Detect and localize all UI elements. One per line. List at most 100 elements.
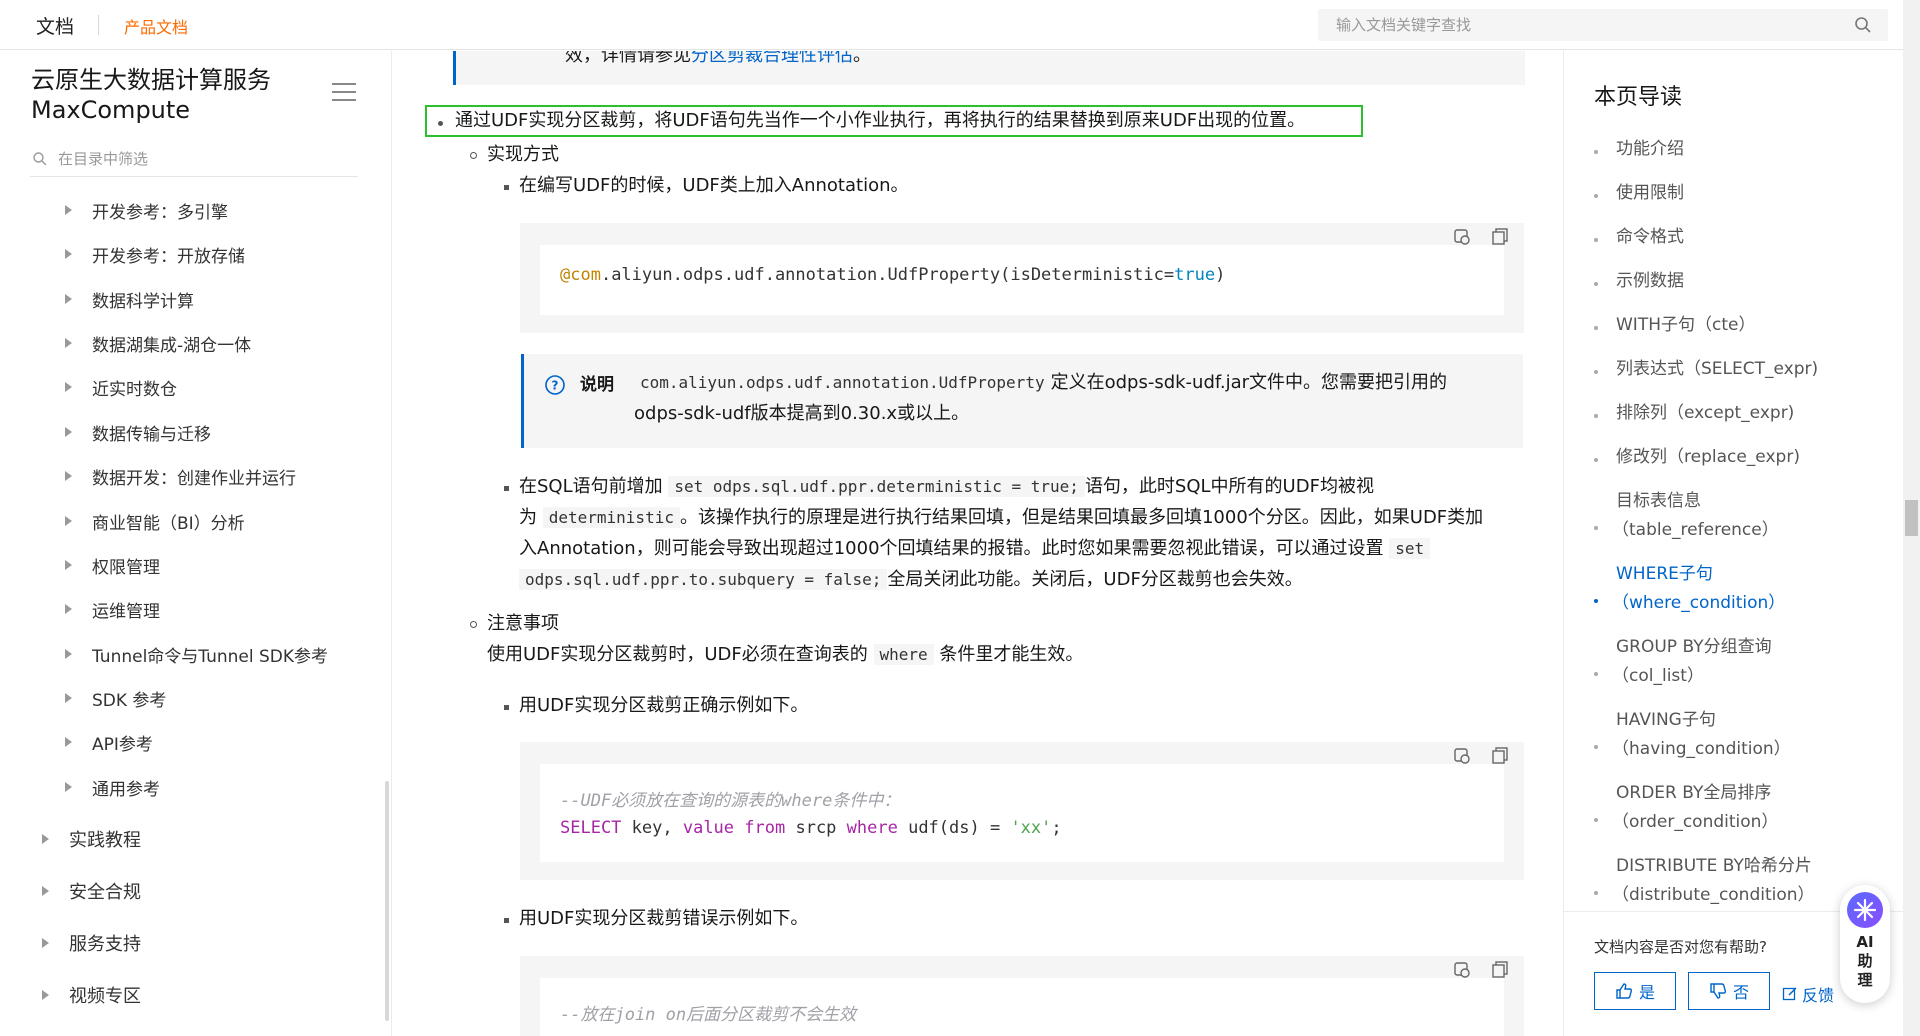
- toc-item-label: 示例数据: [1616, 271, 1684, 291]
- toc-item-label: 修改列（replace_expr): [1616, 447, 1800, 467]
- toc-item[interactable]: GROUP BY分组查询 （col_list）: [1612, 633, 1772, 691]
- product-docs-link[interactable]: 产品文档: [124, 14, 188, 38]
- toc-item[interactable]: 功能介绍: [1616, 135, 1684, 164]
- feedback-link[interactable]: 反馈: [1782, 982, 1834, 1006]
- code-token: key,: [621, 818, 683, 838]
- toc-item[interactable]: 命令格式: [1616, 223, 1684, 252]
- toc-dot: [1594, 326, 1598, 330]
- sidebar-item[interactable]: SDK 参考: [60, 683, 166, 713]
- toc-item[interactable]: 修改列（replace_expr): [1616, 443, 1800, 472]
- toc-item[interactable]: ORDER BY全局排序 （order_condition）: [1612, 779, 1778, 837]
- toc-item-sublabel: （having_condition）: [1612, 739, 1791, 759]
- toc-item[interactable]: WHERE子句 （where_condition）: [1612, 560, 1785, 618]
- sidebar-section[interactable]: 安全合规: [38, 876, 141, 906]
- copy-icon[interactable]: [1490, 227, 1510, 247]
- step2-text: 全局关闭此功能。关闭后，UDF分区裁剪也会失效。: [887, 569, 1303, 590]
- toc-dot: [1594, 150, 1598, 154]
- toc-item[interactable]: DISTRIBUTE BY哈希分片 （distribute_condition）: [1612, 852, 1815, 910]
- page-scrollbar[interactable]: [1903, 0, 1920, 1036]
- code-toolbar: [1452, 746, 1510, 766]
- sidebar-item[interactable]: 数据传输与迁移: [60, 417, 211, 447]
- toc-item[interactable]: 示例数据: [1616, 267, 1684, 296]
- caret-right-icon: [65, 427, 72, 437]
- caret-right-icon: [65, 249, 72, 259]
- step2-text: 在SQL语句前增加: [519, 476, 663, 497]
- sidebar-item[interactable]: 通用参考: [60, 772, 160, 802]
- step2-line2: 为 deterministic 。该操作执行的原理是进行执行结果回填，但是结果回填…: [519, 502, 1483, 533]
- copy-icon[interactable]: [1490, 960, 1510, 980]
- step2-code: odps.sql.udf.ppr.to.subquery = false;: [519, 569, 888, 590]
- search-icon[interactable]: [1854, 16, 1872, 34]
- toc-item[interactable]: WITH子句（cte）: [1616, 311, 1755, 340]
- helpful-no-button[interactable]: 否: [1688, 972, 1770, 1010]
- toc-filter-input[interactable]: [58, 143, 348, 175]
- sidebar-item[interactable]: 商业智能（BI）分析: [60, 506, 245, 536]
- sidebar-section[interactable]: 服务支持: [38, 928, 141, 958]
- toc-item[interactable]: 目标表信息 （table_reference）: [1612, 487, 1779, 545]
- toc-item-label: GROUP BY分组查询: [1616, 637, 1772, 657]
- udf-bullet-text: 通过UDF实现分区裁剪，将UDF语句先当作一个小作业执行，再将执行的结果替换到原…: [455, 110, 1306, 131]
- caret-right-icon: [65, 294, 72, 304]
- sidebar-item[interactable]: 运维管理: [60, 594, 160, 624]
- toc-dot: [1594, 370, 1598, 374]
- step2-code: set: [1389, 538, 1431, 559]
- bullet-square: [504, 918, 509, 923]
- sidebar-item[interactable]: 近实时数仓: [60, 372, 177, 402]
- sidebar-item[interactable]: 开发参考：开放存储: [60, 239, 245, 269]
- code-token: value: [682, 818, 735, 838]
- caret-right-icon: [65, 560, 72, 570]
- code-token: true: [1174, 265, 1216, 285]
- open-editor-icon[interactable]: [1452, 227, 1472, 247]
- caret-right-icon: [42, 886, 49, 896]
- caret-right-icon: [65, 338, 72, 348]
- svg-text:?: ?: [552, 379, 559, 393]
- caret-right-icon: [65, 649, 72, 659]
- sidebar-item[interactable]: Tunnel命令与Tunnel SDK参考: [60, 639, 328, 669]
- toc-item-label: WHERE子句: [1616, 564, 1713, 584]
- toc-dot: [1594, 238, 1598, 242]
- code-area: [540, 764, 1504, 862]
- sidebar-item[interactable]: 数据开发：创建作业并运行: [60, 461, 296, 491]
- ai-assistant-button[interactable]: AI 助 理: [1840, 885, 1890, 1003]
- sidebar-section-label: 安全合规: [69, 882, 141, 903]
- page-scrollbar-thumb[interactable]: [1905, 500, 1918, 536]
- helpful-yes-button[interactable]: 是: [1594, 972, 1676, 1010]
- sidebar-item[interactable]: 数据湖集成-湖仓一体: [60, 328, 251, 358]
- step2-text: 为: [519, 507, 537, 528]
- docs-brand-link[interactable]: 文档: [36, 12, 74, 39]
- toc-item[interactable]: 排除列（except_expr): [1616, 399, 1794, 428]
- bullet-square: [504, 486, 509, 491]
- top-fragment-end: 。: [853, 51, 871, 66]
- copy-icon[interactable]: [1490, 746, 1510, 766]
- toc-item[interactable]: 列表达式（SELECT_expr): [1616, 355, 1818, 384]
- toc-item-label: ORDER BY全局排序: [1616, 783, 1772, 803]
- sidebar-item[interactable]: 权限管理: [60, 550, 160, 580]
- sidebar-item[interactable]: 数据科学计算: [60, 284, 194, 314]
- notice-code: where: [873, 644, 934, 665]
- sidebar-scrollbar[interactable]: [385, 781, 389, 1021]
- notice-text-part: 使用UDF实现分区裁剪时，UDF必须在查询表的: [487, 644, 868, 665]
- sidebar-section[interactable]: 实践教程: [38, 824, 141, 854]
- open-editor-icon[interactable]: [1452, 746, 1472, 766]
- note-line1: com.aliyun.odps.udf.annotation.UdfProper…: [634, 367, 1514, 398]
- doc-search-input[interactable]: [1318, 9, 1818, 41]
- toc-item[interactable]: HAVING子句 （having_condition）: [1612, 706, 1791, 764]
- sidebar-section[interactable]: 视频专区: [38, 980, 141, 1010]
- sidebar-item[interactable]: API参考: [60, 727, 153, 757]
- toc-item-label: HAVING子句: [1616, 710, 1716, 730]
- toc-dot: [1594, 745, 1598, 749]
- toc-item[interactable]: 使用限制: [1616, 179, 1684, 208]
- menu-icon[interactable]: [332, 83, 356, 103]
- code-token: from: [744, 818, 786, 838]
- code-block-wrong-example: --放在join on后面分区裁剪不会生效: [520, 956, 1524, 1036]
- product-title-line1: 云原生大数据计算服务: [31, 66, 271, 94]
- partition-pruning-link[interactable]: 分区剪裁合理性评估: [691, 51, 853, 66]
- toc-item-label: 使用限制: [1616, 183, 1684, 203]
- sidebar-item-label: 通用参考: [92, 779, 160, 800]
- open-editor-icon[interactable]: [1452, 960, 1472, 980]
- step2-text: 入Annotation，则可能会导致出现超过1000个回填结果的报错。此时您如果…: [519, 538, 1384, 559]
- search-icon: [33, 152, 47, 166]
- product-title: 云原生大数据计算服务 MaxCompute: [31, 65, 321, 125]
- impl-label: 实现方式: [487, 144, 559, 165]
- sidebar-item[interactable]: 开发参考：多引擎: [60, 195, 228, 225]
